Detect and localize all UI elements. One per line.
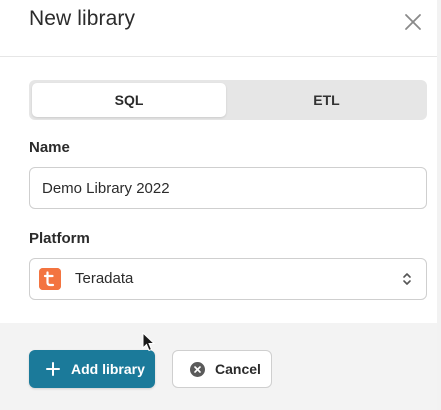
tab-sql[interactable]: SQL xyxy=(32,83,226,117)
mouse-cursor-icon xyxy=(142,332,156,352)
platform-label: Platform xyxy=(29,230,90,247)
tab-etl[interactable]: ETL xyxy=(229,83,424,117)
cancel-button[interactable]: Cancel xyxy=(172,350,272,388)
x-circle-icon xyxy=(190,362,205,377)
platform-select[interactable]: Teradata xyxy=(29,258,427,300)
library-type-toggle: SQL ETL xyxy=(29,80,427,120)
teradata-logo-icon xyxy=(39,268,61,290)
cancel-label: Cancel xyxy=(215,361,261,377)
dialog-title: New library xyxy=(29,7,136,30)
dialog-edge xyxy=(437,0,441,410)
select-arrows-icon xyxy=(403,273,411,285)
name-input[interactable] xyxy=(29,167,427,209)
platform-selected-value: Teradata xyxy=(75,270,134,287)
add-library-label: Add library xyxy=(71,361,145,377)
add-library-button[interactable]: Add library xyxy=(29,350,155,388)
close-icon xyxy=(405,14,421,30)
close-button[interactable] xyxy=(400,9,426,35)
plus-icon xyxy=(46,362,60,376)
new-library-dialog: New library SQL ETL Name Platform Terada… xyxy=(0,0,441,410)
header-divider xyxy=(0,56,441,57)
dialog-header: New library xyxy=(0,0,441,50)
name-label: Name xyxy=(29,139,70,156)
